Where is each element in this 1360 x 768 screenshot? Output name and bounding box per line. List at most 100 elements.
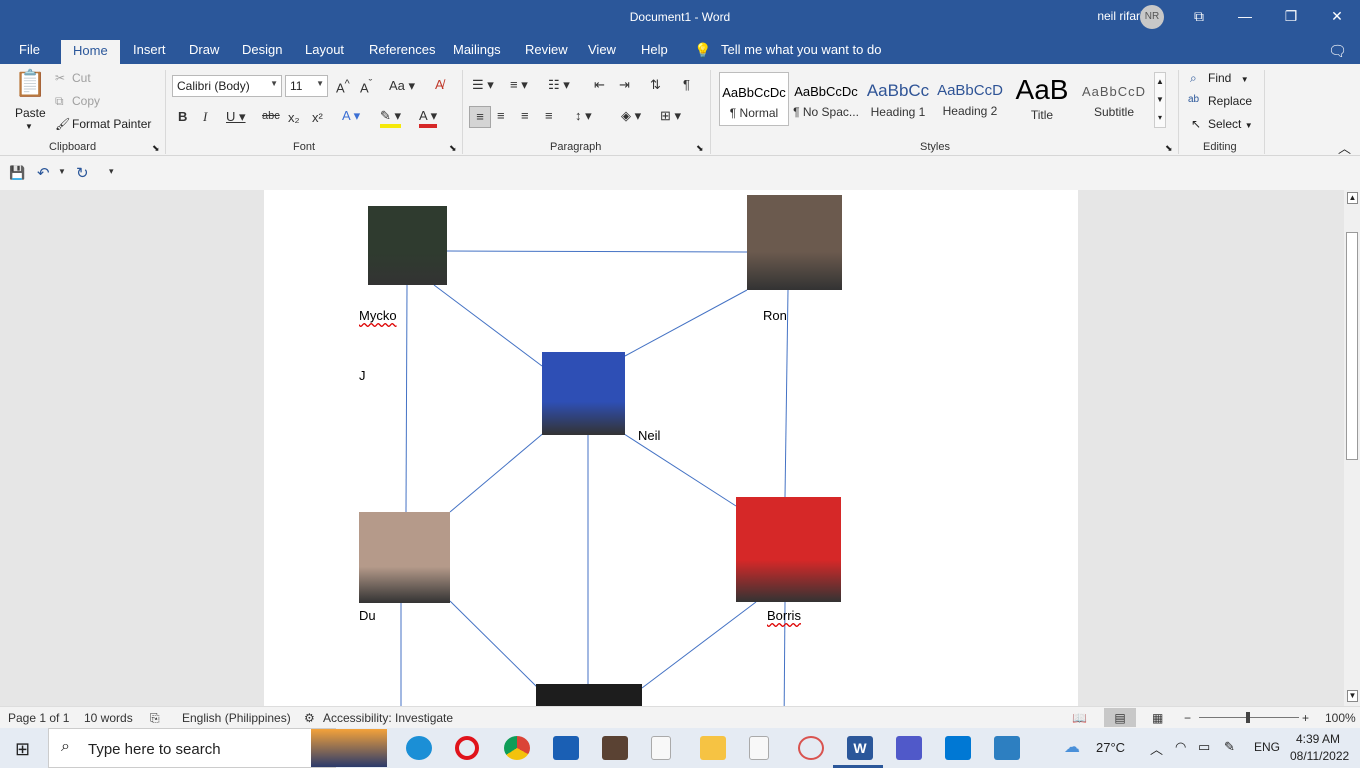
connector-line[interactable] xyxy=(620,431,737,507)
font-launcher-icon[interactable]: ⬊ xyxy=(449,143,457,154)
format-painter-button[interactable]: Format Painter xyxy=(72,117,151,131)
tab-review[interactable]: Review xyxy=(525,42,568,57)
photo-borris[interactable] xyxy=(736,497,841,602)
underline-icon[interactable]: U ▾ xyxy=(226,109,246,125)
superscript-icon[interactable]: x² xyxy=(312,110,323,125)
battery-icon[interactable]: ▭ xyxy=(1198,739,1210,755)
align-center-icon[interactable]: ≡ xyxy=(497,108,505,123)
taskbar-search[interactable]: ⌕ Type here to search xyxy=(48,728,387,768)
styles-launcher-icon[interactable]: ⬊ xyxy=(1165,143,1173,154)
accessibility-icon[interactable]: ⚙ xyxy=(304,711,315,725)
change-case-icon[interactable]: Aa ▾ xyxy=(389,78,415,94)
file-icon[interactable] xyxy=(651,736,671,760)
undo-icon[interactable]: ↶ xyxy=(37,164,50,182)
connector-line[interactable] xyxy=(405,284,408,513)
tab-mailings[interactable]: Mailings xyxy=(453,42,501,57)
save-icon[interactable]: 💾 xyxy=(9,165,25,181)
tab-design[interactable]: Design xyxy=(242,42,282,57)
clear-formatting-icon[interactable]: A̸ xyxy=(435,77,444,92)
connector-line[interactable] xyxy=(449,430,547,513)
subscript-icon[interactable]: x₂ xyxy=(288,110,300,125)
clock-time[interactable]: 4:39 AM xyxy=(1296,732,1340,746)
multilevel-list-icon[interactable]: ☷ ▾ xyxy=(548,77,570,93)
scroll-down-icon[interactable]: ▼ xyxy=(1347,690,1358,702)
paste-icon[interactable]: 📋 xyxy=(14,68,46,99)
avatar[interactable]: NR xyxy=(1140,5,1164,29)
zoom-in-icon[interactable]: + xyxy=(1302,711,1309,725)
print-layout-icon[interactable]: ▤ xyxy=(1104,708,1136,727)
font-size-select[interactable]: 11 ▼ xyxy=(285,75,328,97)
tab-file[interactable]: File xyxy=(19,42,40,57)
style-title[interactable]: AaB Title xyxy=(1007,72,1077,126)
replace-button[interactable]: Replace xyxy=(1208,94,1252,108)
zoom-out-icon[interactable]: − xyxy=(1184,711,1191,725)
bold-icon[interactable]: B xyxy=(178,109,187,124)
file-explorer-icon[interactable] xyxy=(700,736,726,760)
edge-icon[interactable] xyxy=(406,736,432,760)
page-count[interactable]: Page 1 of 1 xyxy=(8,711,69,725)
font-name-select[interactable]: Calibri (Body) ▼ xyxy=(172,75,282,97)
connector-line[interactable] xyxy=(446,250,748,253)
sort-icon[interactable]: ⇅ xyxy=(650,77,661,93)
highlight-icon[interactable]: ✎ ▾ xyxy=(380,108,402,128)
wifi-icon[interactable]: ◠ xyxy=(1175,739,1186,755)
comments-icon[interactable]: 🗨 xyxy=(1328,42,1347,60)
tell-me-search[interactable]: Tell me what you want to do xyxy=(721,42,881,57)
snipping-tool-icon[interactable] xyxy=(798,736,824,760)
strikethrough-icon[interactable]: abc xyxy=(262,110,280,122)
style-subtitle[interactable]: AaBbCcD Subtitle xyxy=(1079,72,1149,126)
weather-temp[interactable]: 27°C xyxy=(1096,740,1125,755)
style-heading-1[interactable]: AaBbCc Heading 1 xyxy=(863,72,933,126)
close-icon[interactable]: ✕ xyxy=(1314,0,1360,32)
language[interactable]: English (Philippines) xyxy=(182,711,291,725)
shrink-font-icon[interactable]: Aˇ xyxy=(360,78,372,95)
shading-icon[interactable]: ◈ ▾ xyxy=(621,108,641,124)
italic-icon[interactable]: I xyxy=(203,109,207,125)
photo-bottom[interactable] xyxy=(536,684,642,706)
game-icon[interactable] xyxy=(602,736,628,760)
text-effects-icon[interactable]: A ▾ xyxy=(342,108,360,124)
word-count[interactable]: 10 words xyxy=(84,711,133,725)
paste-dropdown-icon[interactable]: ▼ xyxy=(25,122,33,131)
windows-start-icon[interactable]: ⊞ xyxy=(15,739,30,760)
weather-icon[interactable]: ☁ xyxy=(1064,737,1080,757)
tab-draw[interactable]: Draw xyxy=(189,42,219,57)
proofing-icon[interactable]: ⎘ xyxy=(150,711,160,726)
align-left-icon[interactable]: ≡ xyxy=(469,106,491,128)
web-layout-icon[interactable]: ▦ xyxy=(1152,711,1163,725)
photo-neil[interactable] xyxy=(542,352,625,435)
font-color-icon[interactable]: A ▾ xyxy=(419,108,438,128)
style-normal[interactable]: AaBbCcDc ¶ Normal xyxy=(719,72,789,126)
pen-icon[interactable]: ✎ xyxy=(1224,739,1235,755)
photo-du[interactable] xyxy=(359,512,450,603)
show-hidden-icons-icon[interactable]: ︿ xyxy=(1150,739,1163,758)
find-icon[interactable]: ⌕ xyxy=(1190,71,1197,86)
connector-line[interactable] xyxy=(433,284,543,367)
photo-mycko[interactable] xyxy=(368,206,447,285)
align-right-icon[interactable]: ≡ xyxy=(521,108,529,123)
minimize-icon[interactable]: — xyxy=(1222,0,1268,32)
styles-scroll[interactable]: ▲ ▼ ▾ xyxy=(1154,72,1166,128)
style-heading-2[interactable]: AaBbCcD Heading 2 xyxy=(935,72,1005,126)
input-language[interactable]: ENG xyxy=(1254,740,1280,754)
tab-insert[interactable]: Insert xyxy=(133,42,166,57)
vertical-scrollbar[interactable]: ▲ ▼ xyxy=(1344,190,1360,706)
teams-icon[interactable] xyxy=(896,736,922,760)
tab-view[interactable]: View xyxy=(588,42,616,57)
show-formatting-icon[interactable]: ¶ xyxy=(683,77,690,92)
clipboard-launcher-icon[interactable]: ⬊ xyxy=(152,143,160,154)
format-painter-icon[interactable]: 🖌 xyxy=(55,117,70,131)
clock-date[interactable]: 08/11/2022 xyxy=(1290,749,1349,763)
bullets-icon[interactable]: ☰ ▾ xyxy=(472,77,494,93)
zoom-level[interactable]: 100% xyxy=(1325,711,1356,725)
connector-line[interactable] xyxy=(624,289,748,357)
paragraph-launcher-icon[interactable]: ⬊ xyxy=(696,143,704,154)
style-no-spacing[interactable]: AaBbCcDc ¶ No Spac... xyxy=(791,72,861,126)
paste-button[interactable]: Paste xyxy=(15,106,46,120)
tab-help[interactable]: Help xyxy=(641,42,668,57)
customize-qat-icon[interactable]: ▾ xyxy=(109,166,114,177)
increase-indent-icon[interactable]: ⇥ xyxy=(619,77,630,93)
accessibility-status[interactable]: Accessibility: Investigate xyxy=(323,711,453,725)
tab-home[interactable]: Home xyxy=(61,40,120,64)
document-page[interactable]: Mycko Ron J Neil Du Borris xyxy=(264,190,1078,706)
